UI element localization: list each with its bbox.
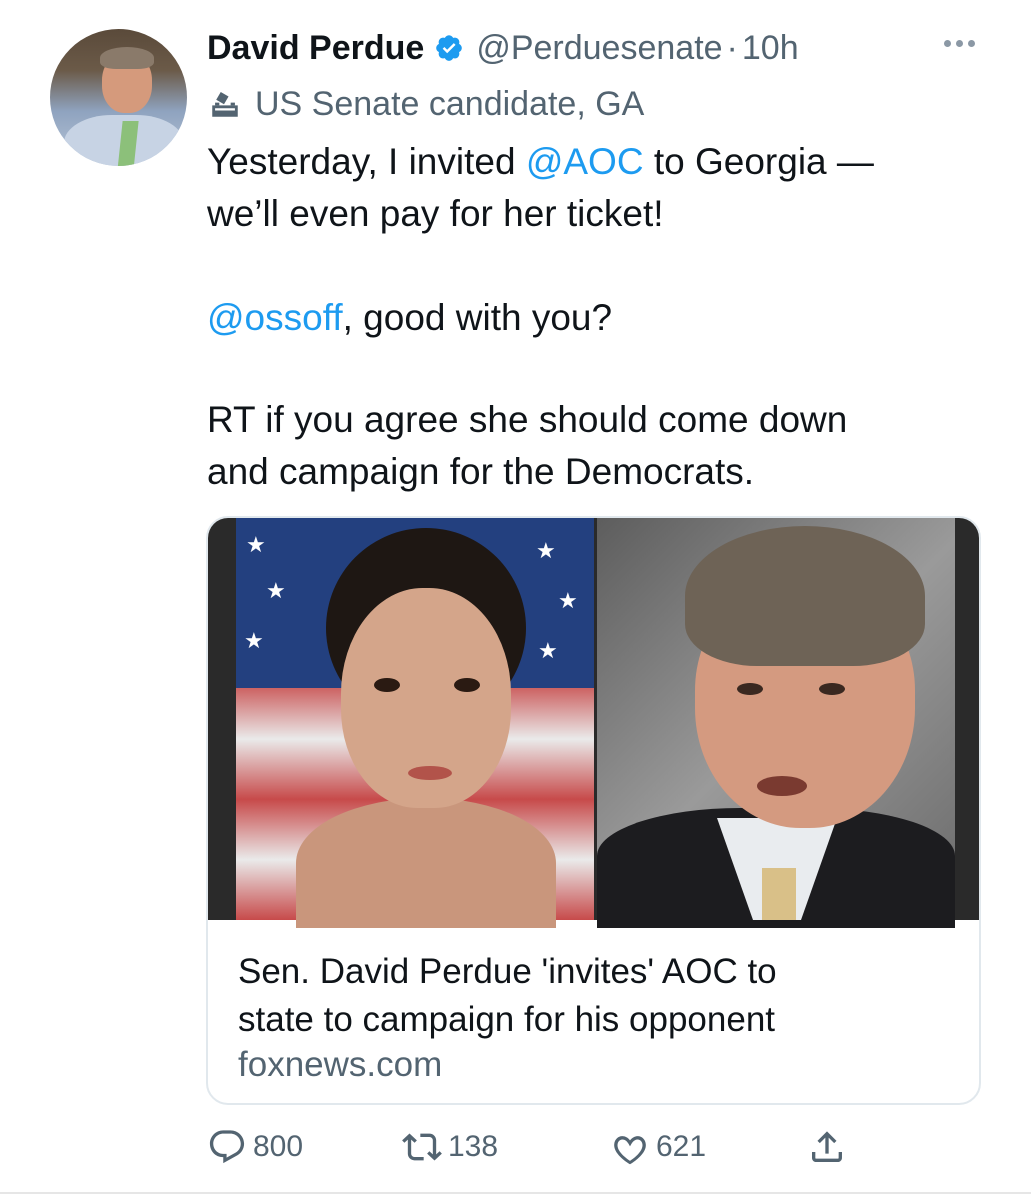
reply-icon (209, 1130, 245, 1164)
flag-star: ★ (246, 532, 266, 557)
tweet-text-line-3: @ossoff, good with you? (207, 292, 612, 344)
card-photo-right (597, 518, 955, 928)
card-photo-left: ★ ★ ★ ★ ★ ★ (236, 518, 594, 928)
header-separator: · (726, 28, 738, 67)
ballot-box-icon (212, 91, 238, 117)
flag-star: ★ (536, 538, 556, 563)
share-icon (812, 1131, 842, 1162)
mention-ossoff[interactable]: @ossoff (207, 297, 343, 338)
divider (0, 1192, 1031, 1194)
reply-button[interactable]: 800 (207, 1125, 303, 1169)
author-label: US Senate candidate, GA (207, 82, 644, 126)
tweet-actions: 800 138 621 (207, 1125, 867, 1169)
card-domain: foxnews.com (238, 1045, 443, 1084)
more-horizontal-icon[interactable] (944, 40, 975, 47)
flag-star: ★ (266, 578, 286, 603)
heart-icon (614, 1136, 646, 1165)
photo-hair (685, 526, 925, 666)
photo-tie (762, 868, 796, 920)
tweet-text-line-1: Yesterday, I invited @AOC to Georgia — (207, 136, 874, 188)
card-image: ★ ★ ★ ★ ★ ★ (208, 518, 979, 928)
photo-eye (819, 683, 845, 695)
author-avatar[interactable] (50, 29, 187, 166)
tweet-header: David Perdue @Perduesenate · 10h (207, 26, 799, 70)
tweet-text-line-2: we’ll even pay for her ticket! (207, 193, 664, 234)
card-title-line-1: Sen. David Perdue 'invites' AOC to (238, 952, 777, 991)
photo-eye (454, 678, 480, 692)
like-button[interactable]: 621 (610, 1125, 706, 1169)
reply-count: 800 (253, 1130, 304, 1163)
share-button[interactable] (807, 1125, 853, 1169)
link-card[interactable]: ★ ★ ★ ★ ★ ★ Sen. David Perdue 'invites' … (206, 516, 981, 1105)
tweet[interactable]: David Perdue @Perduesenate · 10h US Sena… (0, 0, 1031, 1200)
retweet-button[interactable]: 138 (402, 1125, 498, 1169)
card-title-line-2: state to campaign for his opponent (238, 1000, 776, 1039)
photo-eye (374, 678, 400, 692)
flag-star: ★ (558, 588, 578, 613)
photo-eye (737, 683, 763, 695)
retweet-count: 138 (448, 1130, 499, 1163)
tweet-text-line-4: RT if you agree she should come down (207, 399, 848, 440)
verified-badge-icon (436, 35, 463, 61)
more-dot (944, 40, 951, 47)
flag-star: ★ (244, 628, 264, 653)
tweet-text-segment: , good with you? (342, 297, 613, 338)
tweet-text-segment: to Georgia — (643, 141, 874, 182)
author-handle[interactable]: @Perduesenate (476, 29, 722, 68)
avatar-hair (100, 47, 154, 69)
photo-shoulders (296, 798, 556, 928)
author-name[interactable]: David Perdue (207, 29, 424, 68)
more-dot (968, 40, 975, 47)
card-title: Sen. David Perdue 'invites' AOC to state… (238, 948, 777, 1044)
flag-star: ★ (538, 638, 558, 663)
more-dot (956, 40, 963, 47)
photo-mouth (757, 776, 807, 796)
tweet-text-segment: Yesterday, I invited (207, 141, 526, 182)
photo-mouth (408, 766, 452, 780)
tweet-text-line-5: and campaign for the Democrats. (207, 451, 755, 492)
author-label-text: US Senate candidate, GA (255, 84, 645, 123)
retweet-icon (402, 1133, 442, 1161)
tweet-timestamp[interactable]: 10h (742, 29, 799, 68)
like-count: 621 (656, 1130, 707, 1163)
mention-aoc[interactable]: @AOC (526, 141, 644, 182)
